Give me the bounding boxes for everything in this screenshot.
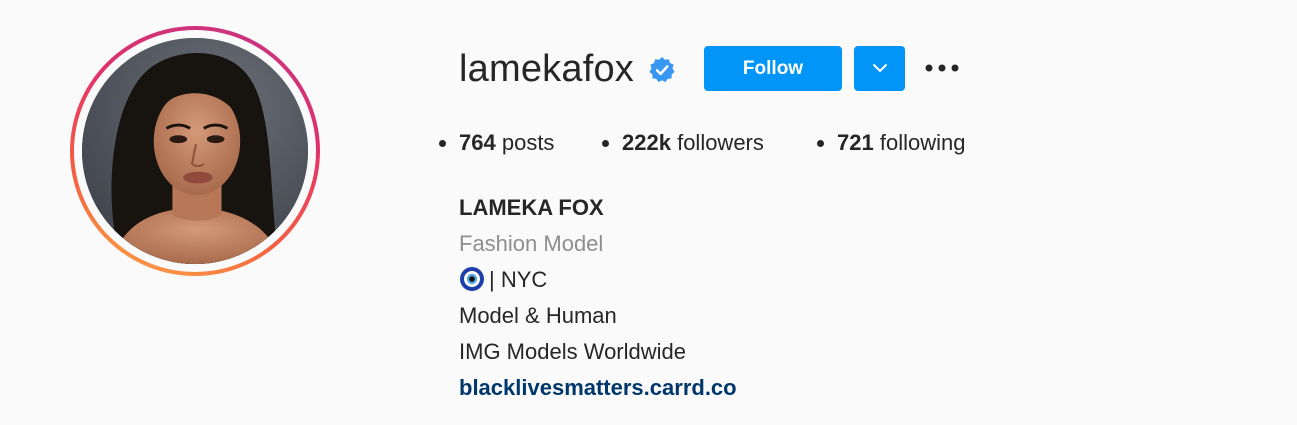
posts-stat: 764 posts <box>459 128 554 158</box>
followers-label: followers <box>677 130 764 155</box>
more-options-button[interactable] <box>922 53 962 83</box>
chevron-down-icon <box>872 61 888 76</box>
followers-stat[interactable]: 222k followers <box>622 128 764 158</box>
follow-button[interactable]: Follow <box>704 46 842 91</box>
avatar-photo <box>82 38 308 264</box>
profile-category: Fashion Model <box>459 231 604 256</box>
bio-location-line: | NYC <box>459 262 737 298</box>
bio-location-text: | NYC <box>489 267 548 292</box>
profile-username: lamekafox <box>459 48 634 90</box>
posts-count: 764 <box>459 130 496 155</box>
bio-line-1: Model & Human <box>459 303 617 328</box>
following-stat[interactable]: 721 following <box>837 128 965 158</box>
suggested-accounts-dropdown-button[interactable] <box>854 46 905 91</box>
avatar-frame <box>74 30 316 272</box>
verified-badge-icon <box>648 56 676 84</box>
posts-label: posts <box>501 130 555 155</box>
following-count: 721 <box>837 130 874 155</box>
bio-external-link[interactable]: blacklivesmatters.carrd.co <box>459 375 737 400</box>
nazar-amulet-icon <box>459 266 485 292</box>
profile-bio: LAMEKA FOX Fashion Model | NYC Model & H… <box>459 190 737 406</box>
following-label: following <box>879 130 966 155</box>
story-ring[interactable] <box>70 26 320 276</box>
followers-count: 222k <box>622 130 671 155</box>
profile-avatar[interactable] <box>82 38 308 264</box>
more-horizontal-icon <box>925 59 959 77</box>
profile-full-name: LAMEKA FOX <box>459 195 604 220</box>
bio-line-2: IMG Models Worldwide <box>459 339 686 364</box>
